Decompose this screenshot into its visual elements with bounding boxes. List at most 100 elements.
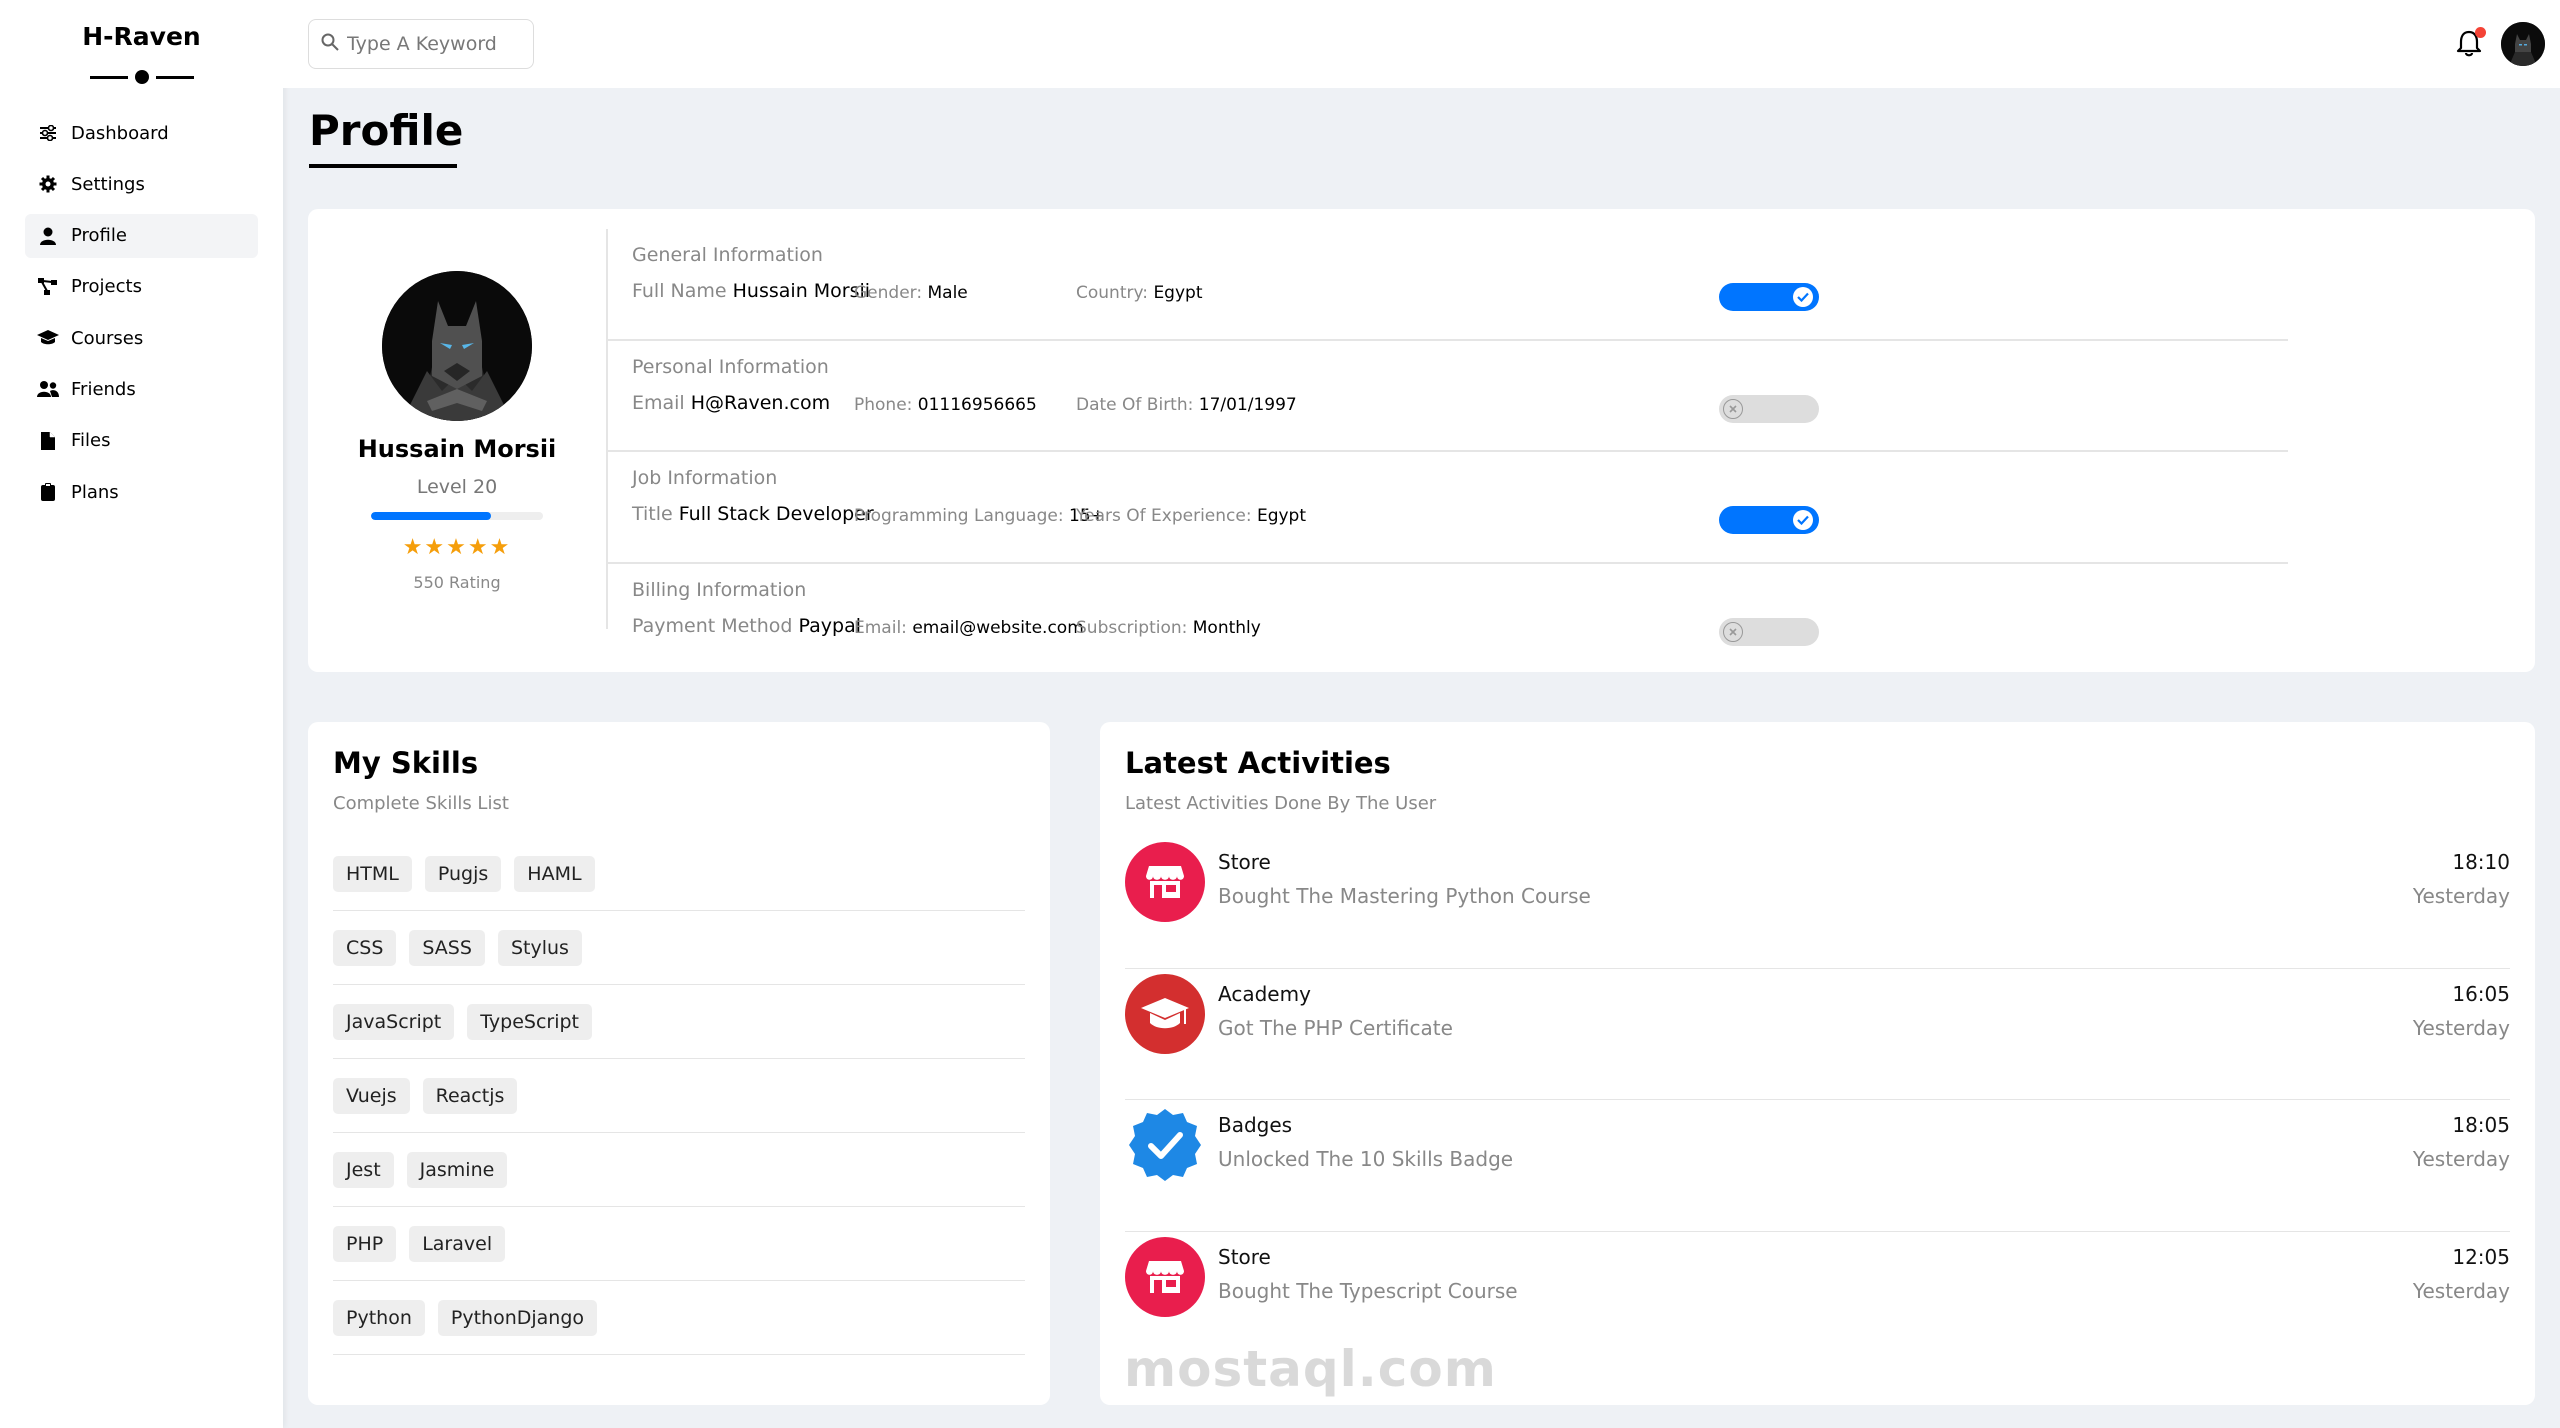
sidebar-item-plans[interactable]: Plans bbox=[25, 470, 258, 514]
user-avatar[interactable] bbox=[2501, 22, 2545, 66]
x-icon bbox=[1723, 621, 1743, 642]
profile-card: Hussain Morsii Level 20 ★★★★★ 550 Rating… bbox=[308, 209, 2535, 672]
section-heading: Personal Information bbox=[632, 355, 829, 378]
store-icon bbox=[1125, 1236, 1205, 1317]
skill-tag[interactable]: HAML bbox=[514, 855, 595, 892]
users-icon bbox=[37, 381, 59, 398]
notification-badge bbox=[2475, 27, 2486, 38]
level-progress-bar bbox=[371, 512, 543, 520]
file-icon bbox=[37, 431, 59, 450]
activity-item[interactable]: Store Bought The Mastering Python Course… bbox=[1125, 837, 2510, 969]
skill-tag[interactable]: Jest bbox=[333, 1151, 394, 1188]
brand-logo-mark bbox=[90, 70, 194, 84]
skill-tag[interactable]: Vuejs bbox=[333, 1077, 410, 1114]
profile-info: General Information Full Name Hussain Mo… bbox=[608, 229, 2288, 675]
toggle-general[interactable] bbox=[1719, 283, 1819, 311]
sidebar-item-profile[interactable]: Profile bbox=[25, 213, 258, 258]
gear-icon bbox=[37, 175, 59, 193]
info-field: Years Of Experience: Egypt bbox=[1076, 506, 1307, 526]
sidebar-item-courses[interactable]: Courses bbox=[25, 316, 258, 360]
info-section-personal: Personal Information Email H@Raven.com P… bbox=[608, 341, 2288, 452]
sidebar-item-files[interactable]: Files bbox=[25, 419, 258, 463]
info-field: Full Name Hussain Morsii bbox=[632, 280, 871, 302]
toggle-billing[interactable] bbox=[1719, 617, 1819, 646]
skill-row: PHP Laravel bbox=[333, 1207, 1025, 1281]
rating-stars: ★★★★★ bbox=[402, 535, 512, 560]
skill-tag[interactable]: Laravel bbox=[409, 1225, 506, 1262]
toggle-job[interactable] bbox=[1719, 506, 1819, 534]
sidebar-item-label: Friends bbox=[71, 378, 136, 400]
activity-item[interactable]: Academy Got The PHP Certificate 16:05 Ye… bbox=[1125, 969, 2510, 1100]
info-field: Payment Method Paypal bbox=[632, 614, 862, 637]
activity-desc: Bought The Mastering Python Course bbox=[1218, 884, 1591, 908]
search-icon bbox=[321, 33, 339, 55]
activity-date: Yesterday bbox=[2412, 1015, 2510, 1040]
skill-tag[interactable]: Jasmine bbox=[406, 1151, 508, 1188]
sidebar-item-label: Files bbox=[71, 430, 111, 452]
clipboard-icon bbox=[37, 483, 59, 502]
skills-list: HTML Pugjs HAML CSS SASS Stylus JavaScript Type… bbox=[333, 837, 1025, 1355]
skill-tag[interactable]: PHP bbox=[333, 1225, 397, 1262]
skill-tag[interactable]: TypeScript bbox=[467, 1003, 592, 1040]
skill-row: CSS SASS Stylus bbox=[333, 911, 1025, 985]
graduation-cap-icon bbox=[1125, 973, 1205, 1054]
skill-row: HTML Pugjs HAML bbox=[333, 837, 1025, 911]
info-field: Date Of Birth: 17/01/1997 bbox=[1076, 394, 1297, 415]
info-section-billing: Billing Information Payment Method Paypa… bbox=[608, 564, 2288, 676]
sidebar-item-dashboard[interactable]: Dashboard bbox=[25, 111, 258, 155]
card-title: My Skills bbox=[333, 746, 479, 780]
verified-badge-icon bbox=[1125, 1105, 1205, 1185]
level-progress-fill bbox=[371, 512, 492, 520]
activity-name: Badges bbox=[1218, 1113, 1293, 1137]
search-input[interactable] bbox=[347, 33, 527, 55]
skill-tag[interactable]: Stylus bbox=[497, 929, 582, 966]
info-field: Phone: 01116956665 bbox=[854, 394, 1037, 415]
info-field: Title Full Stack Developer bbox=[632, 503, 874, 525]
toggle-personal[interactable] bbox=[1719, 394, 1819, 423]
graduation-cap-icon bbox=[37, 330, 59, 346]
sidebar: H-Raven Dashboard Settings Profile Proje… bbox=[0, 0, 283, 1428]
activity-date: Yesterday bbox=[2412, 1278, 2510, 1303]
info-field: Country: Egypt bbox=[1076, 283, 1203, 303]
activity-date: Yesterday bbox=[2412, 1147, 2510, 1171]
info-section-general: General Information Full Name Hussain Mo… bbox=[608, 229, 2288, 341]
profile-name: Hussain Morsii bbox=[357, 435, 557, 463]
skill-tag[interactable]: Python bbox=[333, 1299, 425, 1336]
diagram-icon bbox=[37, 277, 59, 296]
card-subtitle: Complete Skills List bbox=[333, 793, 509, 814]
sidebar-item-settings[interactable]: Settings bbox=[25, 162, 258, 206]
sidebar-item-projects[interactable]: Projects bbox=[25, 265, 258, 309]
top-header bbox=[283, 0, 2560, 88]
section-heading: Job Information bbox=[632, 467, 778, 489]
store-icon bbox=[1125, 842, 1205, 922]
user-icon bbox=[37, 227, 59, 245]
activity-name: Store bbox=[1218, 850, 1271, 874]
activity-time: 18:05 bbox=[2452, 1113, 2510, 1137]
skill-tag[interactable]: JavaScript bbox=[333, 1003, 455, 1040]
skill-tag[interactable]: CSS bbox=[333, 929, 397, 966]
check-icon bbox=[1793, 287, 1813, 307]
activity-desc: Bought The Typescript Course bbox=[1218, 1278, 1518, 1303]
skill-row: Jest Jasmine bbox=[333, 1133, 1025, 1207]
activity-desc: Unlocked The 10 Skills Badge bbox=[1218, 1147, 1514, 1171]
search-box[interactable] bbox=[308, 19, 534, 69]
activity-time: 18:10 bbox=[2452, 850, 2510, 874]
info-field: Email: email@website.com bbox=[854, 617, 1084, 638]
card-title: Latest Activities bbox=[1125, 746, 1391, 780]
activities-card: Latest Activities Latest Activities Done… bbox=[1100, 722, 2535, 1405]
skill-tag[interactable]: Pugjs bbox=[424, 855, 502, 892]
check-icon bbox=[1793, 510, 1813, 530]
info-field: Email H@Raven.com bbox=[632, 391, 831, 414]
section-heading: Billing Information bbox=[632, 578, 807, 601]
notification-button[interactable] bbox=[2456, 27, 2486, 59]
x-icon bbox=[1723, 398, 1743, 419]
skill-tag[interactable]: SASS bbox=[409, 929, 485, 966]
skill-row: JavaScript TypeScript bbox=[333, 985, 1025, 1059]
activity-item[interactable]: Badges Unlocked The 10 Skills Badge 18:0… bbox=[1125, 1100, 2510, 1232]
page-title: Profile bbox=[309, 106, 464, 155]
info-field: Subscription: Monthly bbox=[1076, 617, 1261, 638]
sidebar-item-friends[interactable]: Friends bbox=[25, 367, 258, 411]
skill-tag[interactable]: PythonDjango bbox=[437, 1299, 598, 1336]
skill-tag[interactable]: Reactjs bbox=[422, 1077, 518, 1114]
skill-tag[interactable]: HTML bbox=[333, 855, 412, 892]
